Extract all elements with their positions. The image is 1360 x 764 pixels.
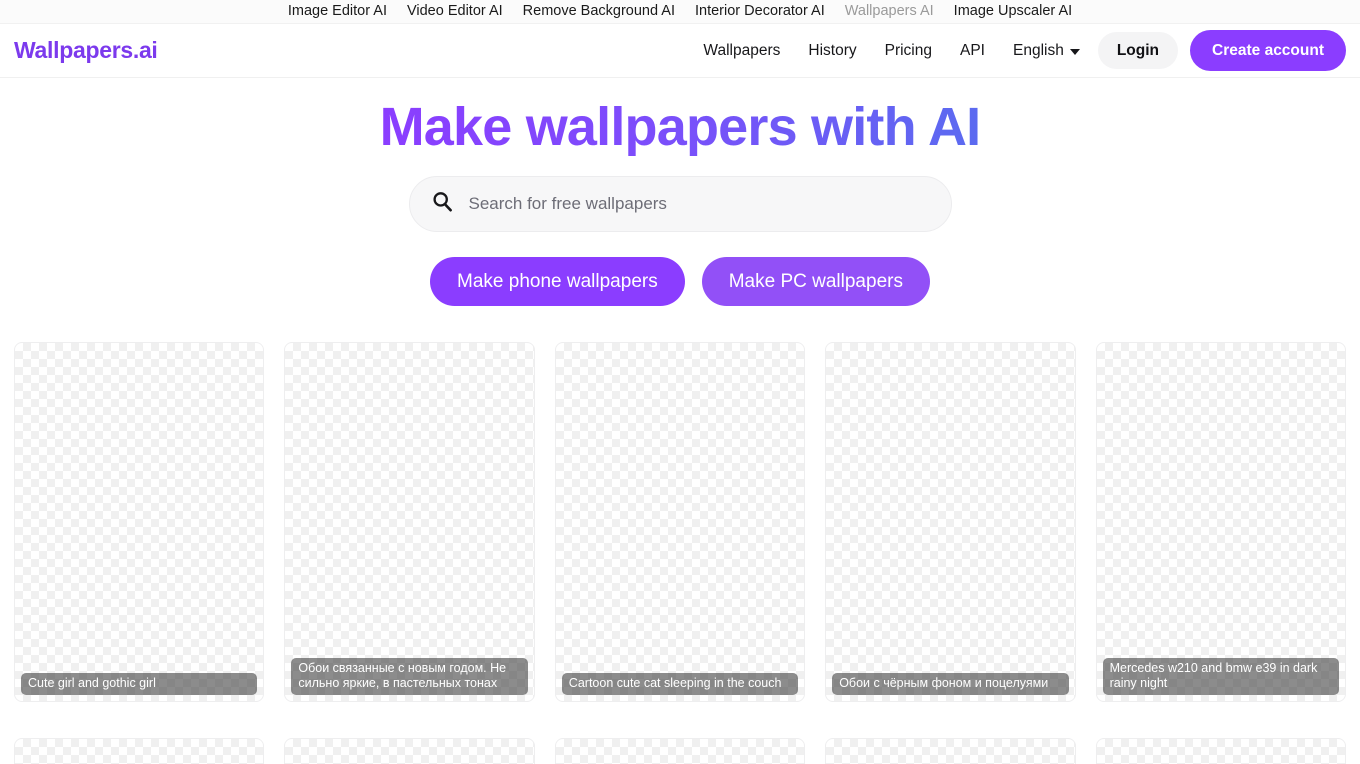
wallpaper-caption: Mercedes w210 and bmw e39 in dark rainy … <box>1102 658 1339 695</box>
wallpaper-card[interactable]: Cute girl and gothic girl <box>14 341 265 702</box>
main-navbar: Wallpapers.ai Wallpapers History Pricing… <box>0 24 1360 78</box>
page-title: Make wallpapers with AI <box>380 96 982 160</box>
search-input[interactable] <box>468 193 929 214</box>
wallpaper-caption: Cartoon cute cat sleeping in the couch <box>561 673 799 695</box>
wallpaper-card[interactable] <box>554 737 806 764</box>
topbar-link-interior-decorator[interactable]: Interior Decorator AI <box>695 4 825 19</box>
wallpaper-card[interactable]: Cartoon cute cat sleeping in the couch <box>554 341 806 702</box>
wallpaper-caption: Обои связанные с новым годом. Не сильно … <box>291 658 528 695</box>
create-account-button[interactable]: Create account <box>1190 29 1346 72</box>
make-phone-wallpapers-button[interactable]: Make phone wallpapers <box>430 256 685 306</box>
login-button[interactable]: Login <box>1097 31 1179 70</box>
nav-link-api[interactable]: API <box>946 35 999 67</box>
make-pc-wallpapers-button[interactable]: Make PC wallpapers <box>701 256 930 306</box>
language-label: English <box>1012 41 1064 59</box>
cta-button-row: Make phone wallpapers Make PC wallpapers <box>430 256 930 306</box>
wallpaper-card[interactable]: Mercedes w210 and bmw e39 in dark rainy … <box>1095 341 1346 702</box>
topbar-link-image-editor[interactable]: Image Editor AI <box>288 4 387 19</box>
nav-link-pricing[interactable]: Pricing <box>871 35 946 67</box>
wallpaper-card[interactable] <box>284 737 535 764</box>
search-icon <box>432 191 453 217</box>
wallpaper-card[interactable] <box>1095 737 1346 764</box>
navbar-right-group: Wallpapers History Pricing API English L… <box>689 29 1346 72</box>
topbar-link-video-editor[interactable]: Video Editor AI <box>407 4 503 19</box>
topbar-link-remove-background[interactable]: Remove Background AI <box>523 4 675 19</box>
wallpaper-gallery-row-1: Cute girl and gothic girl Обои связанные… <box>0 341 1360 702</box>
language-selector[interactable]: English <box>999 35 1092 67</box>
wallpaper-card[interactable]: Обои связанные с новым годом. Не сильно … <box>284 341 535 702</box>
search-bar[interactable] <box>408 175 952 232</box>
nav-link-history[interactable]: History <box>794 35 870 67</box>
wallpaper-card[interactable]: Обои с чёрным фоном и поцелуями <box>825 341 1076 702</box>
topbar-link-image-upscaler[interactable]: Image Upscaler AI <box>954 4 1072 19</box>
hero-section: Make wallpapers with AI Make phone wallp… <box>0 78 1360 306</box>
wallpaper-card[interactable] <box>825 737 1076 764</box>
topbar-link-wallpapers-ai[interactable]: Wallpapers AI <box>845 4 934 19</box>
chevron-down-icon <box>1069 48 1080 55</box>
brand-logo[interactable]: Wallpapers.ai <box>14 37 158 64</box>
nav-link-wallpapers[interactable]: Wallpapers <box>689 35 794 67</box>
product-switcher-bar: Image Editor AI Video Editor AI Remove B… <box>0 0 1360 24</box>
wallpaper-gallery-row-2 <box>0 737 1360 764</box>
wallpaper-caption: Обои с чёрным фоном и поцелуями <box>832 673 1069 695</box>
wallpaper-card[interactable] <box>14 737 265 764</box>
wallpaper-caption: Cute girl and gothic girl <box>21 673 258 695</box>
